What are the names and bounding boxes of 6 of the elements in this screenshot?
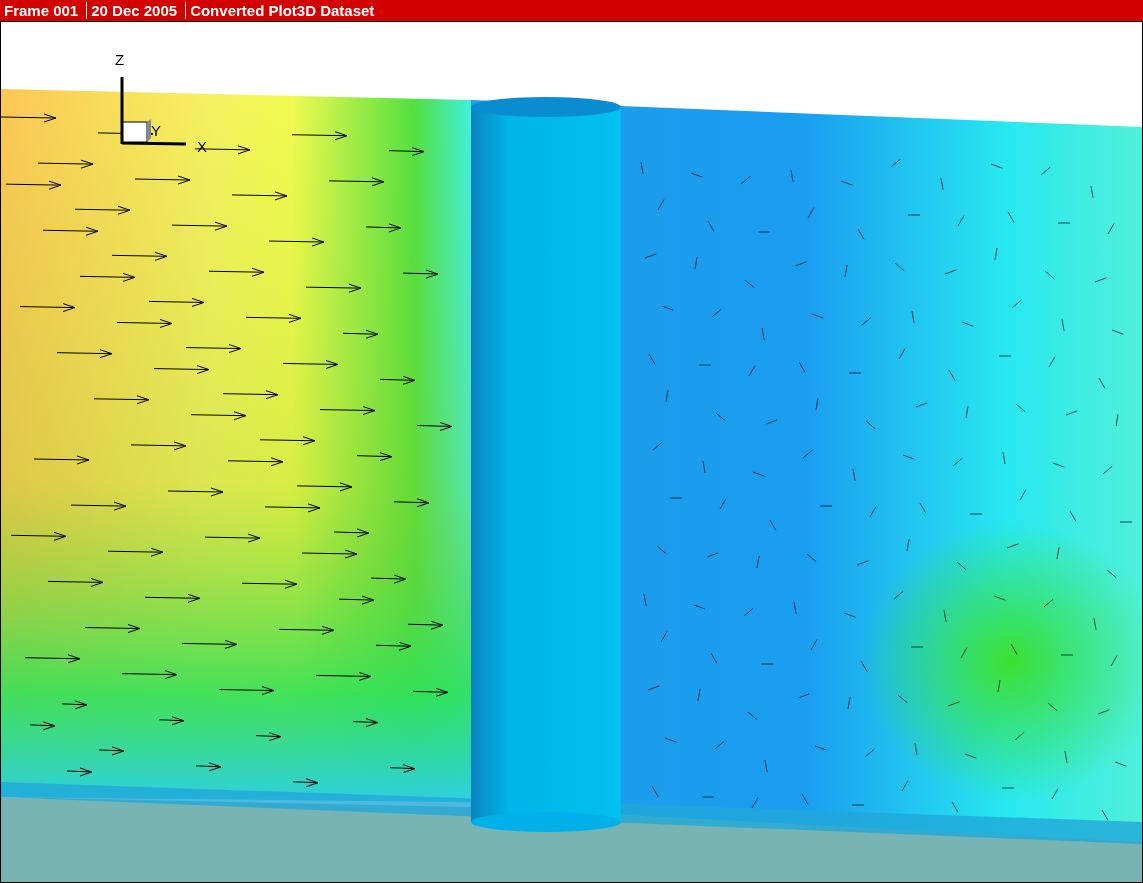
header-field: Frame 001 (0, 2, 87, 19)
axis-label: Z (115, 51, 125, 68)
axis-triad-drawing (120, 77, 187, 146)
axis-label: Y (151, 122, 161, 139)
header-field: 20 Dec 2005 (86, 2, 186, 19)
header-field: Converted Plot3D Dataset (185, 2, 383, 19)
